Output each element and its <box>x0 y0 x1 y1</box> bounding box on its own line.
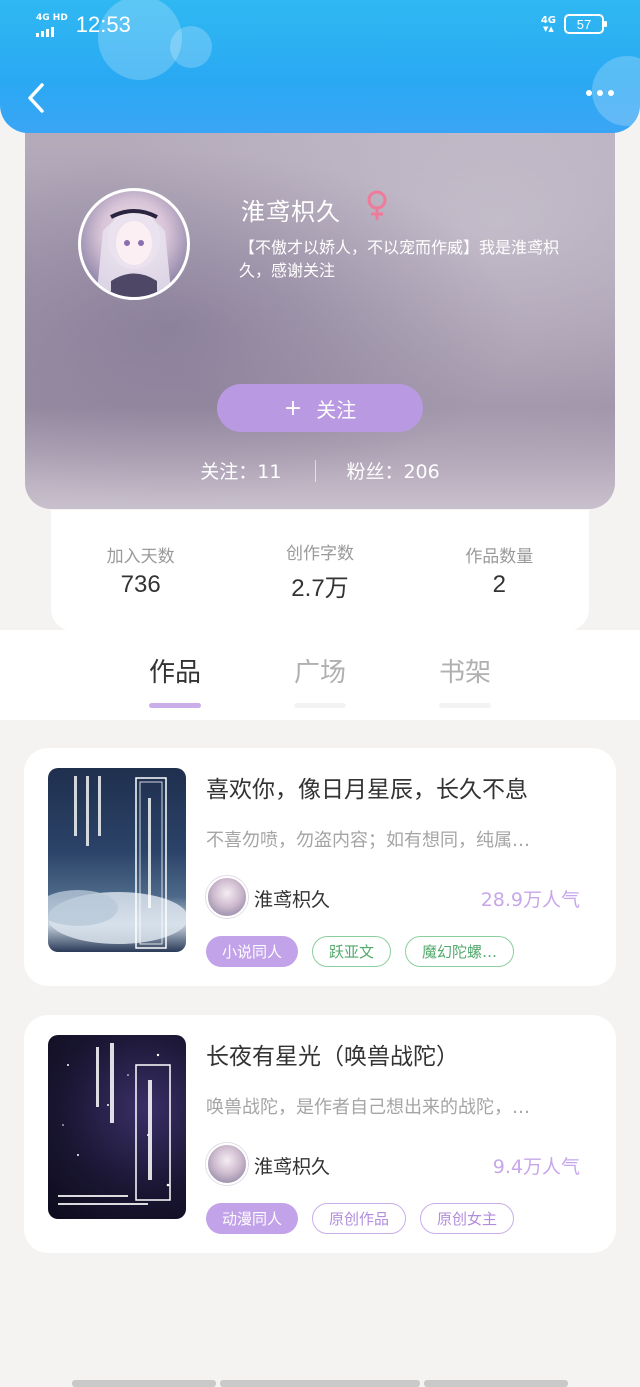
bottom-indicator <box>220 1380 420 1387</box>
author-avatar[interactable] <box>206 876 248 918</box>
tab-works[interactable]: 作品 <box>130 652 220 708</box>
status-bar-left: 4G HD 12:53 <box>36 12 131 38</box>
tab-indicator <box>149 703 201 708</box>
book-description: 不喜勿喷，勿盗内容；如有想同，纯属… <box>206 830 530 851</box>
stat-word-count: 创作字数 2.7万 <box>285 543 354 602</box>
tag[interactable]: 小说同人 <box>206 936 299 967</box>
author-name[interactable]: 淮鸢枳久 <box>254 1152 330 1179</box>
book-cover[interactable] <box>48 768 186 952</box>
more-dot-icon <box>597 90 603 96</box>
follow-button-label: 关注 <box>316 397 357 422</box>
battery-icon: 57 <box>564 14 607 34</box>
avatar-illustration <box>97 209 171 297</box>
bottom-indicator <box>424 1380 568 1387</box>
following-count[interactable]: 关注：11 <box>200 457 281 484</box>
creator-stats-card: 加入天数 736 创作字数 2.7万 作品数量 2 <box>51 510 589 631</box>
user-bio: 【不傲才以娇人，不以宠而作威】我是淮鸢枳久，感谢关注 <box>239 238 560 280</box>
tag[interactable]: 原创女主 <box>420 1203 515 1234</box>
profile-tabs: 作品 广场 书架 <box>0 630 640 720</box>
tag[interactable]: 魔幻陀螺… <box>405 936 515 967</box>
tag-list: 动漫同人 原创作品 原创女主 <box>206 1203 515 1234</box>
popularity-count: 28.9万人气 <box>480 889 580 911</box>
bottom-indicator <box>72 1380 216 1387</box>
top-header: 4G HD 12:53 4G ▼▲ 57 <box>0 0 640 133</box>
book-cover[interactable] <box>48 1035 186 1219</box>
author-avatar[interactable] <box>206 1143 248 1185</box>
user-name: 淮鸢枳久 <box>241 198 341 226</box>
tag-list: 小说同人 跃亚文 魔幻陀螺… <box>206 936 515 967</box>
popularity-count: 9.4万人气 <box>492 1156 580 1178</box>
stat-work-count: 作品数量 2 <box>465 547 534 598</box>
tag[interactable]: 跃亚文 <box>312 936 392 967</box>
follow-stats: 关注：11 粉丝：206 <box>25 457 615 484</box>
follow-button[interactable]: + 关注 <box>217 384 423 432</box>
avatar[interactable] <box>78 188 190 300</box>
tab-bookshelf[interactable]: 书架 <box>420 652 510 708</box>
female-gender-icon <box>365 190 389 226</box>
book-title[interactable]: 喜欢你，像日月星辰，长久不息 <box>206 770 528 804</box>
more-dot-icon <box>586 90 592 96</box>
tag[interactable]: 原创作品 <box>312 1203 407 1234</box>
cover-artwork <box>48 776 186 949</box>
plus-icon: + <box>283 395 303 421</box>
battery-level: 57 <box>576 16 592 32</box>
cover-artwork <box>58 1043 171 1205</box>
book-title[interactable]: 长夜有星光（唤兽战陀） <box>206 1037 459 1071</box>
status-bar-right: 4G ▼▲ 57 <box>540 14 607 34</box>
network-4g-icon: 4G ▼▲ <box>540 14 556 33</box>
tab-square[interactable]: 广场 <box>275 652 365 708</box>
fans-count[interactable]: 粉丝：206 <box>346 457 439 484</box>
book-description: 唤兽战陀，是作者自己想出来的战陀，… <box>206 1097 530 1118</box>
stats-divider <box>315 459 317 482</box>
status-time: 12:53 <box>75 12 131 37</box>
signal-icon: 4G HD <box>36 13 68 37</box>
more-options-button[interactable] <box>586 90 614 96</box>
more-dot-icon <box>608 90 614 96</box>
profile-card: 淮鸢枳久 【不傲才以娇人，不以宠而作威】我是淮鸢枳久，感谢关注 + 关注 关注：… <box>25 100 615 509</box>
tag[interactable]: 动漫同人 <box>206 1203 299 1234</box>
chevron-left-icon <box>28 83 44 113</box>
stat-join-days: 加入天数 736 <box>106 547 175 598</box>
book-card[interactable]: 长夜有星光（唤兽战陀） 唤兽战陀，是作者自己想出来的战陀，… 淮鸢枳久 9.4万… <box>24 1015 616 1253</box>
author-name[interactable]: 淮鸢枳久 <box>254 885 330 912</box>
back-button[interactable] <box>18 80 54 116</box>
book-card[interactable]: 喜欢你，像日月星辰，长久不息 不喜勿喷，勿盗内容；如有想同，纯属… 淮鸢枳久 2… <box>24 748 616 986</box>
